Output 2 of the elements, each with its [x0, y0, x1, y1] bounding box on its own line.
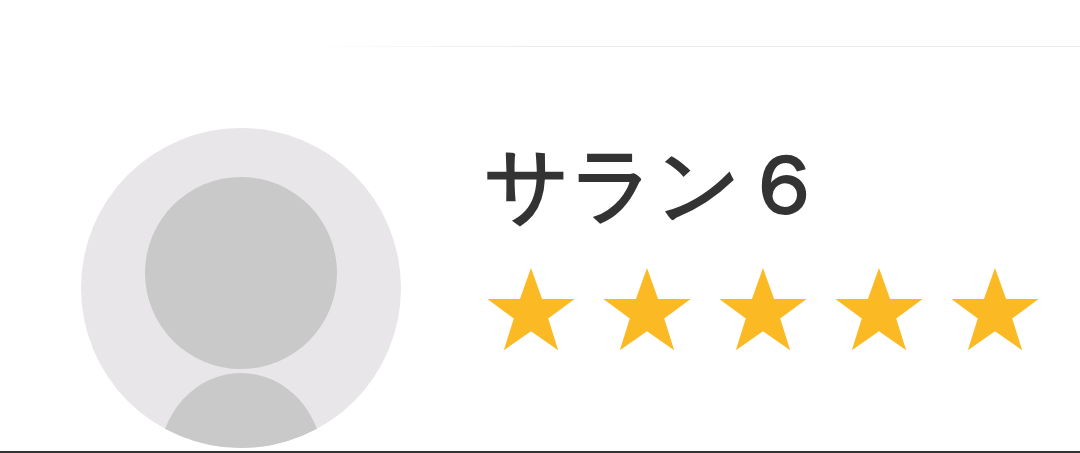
user-name: サラン６ — [485, 140, 828, 231]
avatar-icon — [81, 128, 401, 448]
